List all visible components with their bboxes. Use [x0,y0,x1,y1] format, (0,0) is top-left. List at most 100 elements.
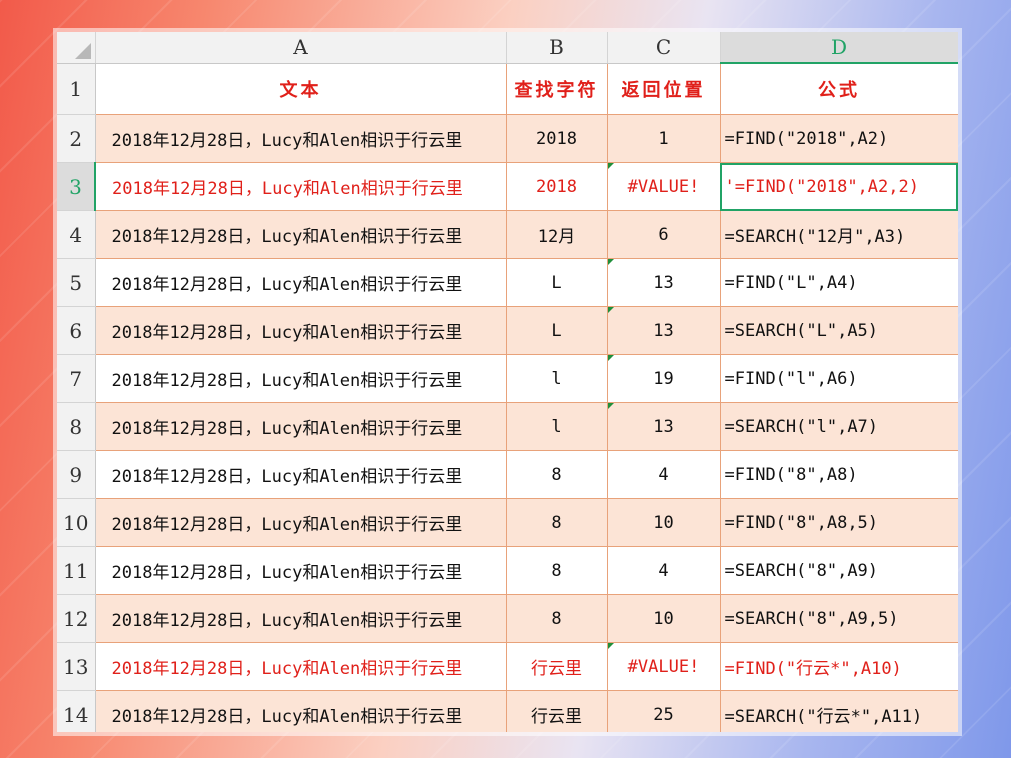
column-header-c[interactable]: C [607,32,721,64]
cell-b-search-char-value: 8 [551,512,562,533]
select-all-corner[interactable] [57,32,96,64]
cell-b-search-char[interactable]: 8 [506,594,608,643]
cell-b-search-char[interactable]: l [506,402,608,451]
row-header[interactable]: 4 [57,210,96,259]
row-header[interactable]: 1 [57,63,96,115]
cell-b-search-char[interactable]: 行云里 [506,690,608,732]
cell-a-text[interactable]: 2018年12月28日，Lucy和Alen相识于行云里 [95,594,507,643]
header-cell-return-position[interactable]: 返回位置 [607,63,721,115]
cell-a-text-value: 2018年12月28日，Lucy和Alen相识于行云里 [111,227,463,247]
cell-b-search-char-value: 8 [551,464,562,485]
row-header[interactable]: 3 [57,162,96,211]
cell-d-formula-value: =FIND("L",A4) [724,272,858,293]
cell-a-text[interactable]: 2018年12月28日，Lucy和Alen相识于行云里 [95,258,507,307]
cell-d-formula[interactable]: =FIND("8",A8) [720,450,958,499]
cell-a-text[interactable]: 2018年12月28日，Lucy和Alen相识于行云里 [95,450,507,499]
row-header[interactable]: 7 [57,354,96,403]
cell-d-formula[interactable]: =SEARCH("L",A5) [720,306,958,355]
row-header[interactable]: 5 [57,258,96,307]
cell-a-text[interactable]: 2018年12月28日，Lucy和Alen相识于行云里 [95,114,507,163]
cell-a-text[interactable]: 2018年12月28日，Lucy和Alen相识于行云里 [95,690,507,732]
cell-d-formula[interactable]: =SEARCH("行云*",A11) [720,690,958,732]
cell-c-position[interactable]: 4 [607,450,721,499]
cell-d-formula[interactable]: =SEARCH("8",A9,5) [720,594,958,643]
cell-c-position-value: 13 [653,320,674,341]
cell-b-search-char[interactable]: L [506,258,608,307]
cell-a-text[interactable]: 2018年12月28日，Lucy和Alen相识于行云里 [95,642,507,691]
cell-a-text[interactable]: 2018年12月28日，Lucy和Alen相识于行云里 [95,306,507,355]
cell-d-formula[interactable]: '=FIND("2018",A2,2) [720,162,958,211]
cell-b-search-char[interactable]: 8 [506,450,608,499]
row-header[interactable]: 12 [57,594,96,643]
cell-c-position[interactable]: 6 [607,210,721,259]
cell-a-text-value: 2018年12月28日，Lucy和Alen相识于行云里 [111,131,463,151]
row-header[interactable]: 2 [57,114,96,163]
cell-b-search-char-value: 8 [551,608,562,629]
cell-c-position[interactable]: 13 [607,258,721,307]
cell-d-formula-value: =SEARCH("l",A7) [724,416,879,437]
cell-a-text-value: 2018年12月28日，Lucy和Alen相识于行云里 [111,419,463,439]
cell-b-search-char[interactable]: 行云里 [506,642,608,691]
table-row: 6 2018年12月28日，Lucy和Alen相识于行云里 L 13 =SEARCH("… [57,306,958,355]
table-row: 7 2018年12月28日，Lucy和Alen相识于行云里 l 19 =FIND("l"… [57,354,958,403]
cell-a-text[interactable]: 2018年12月28日，Lucy和Alen相识于行云里 [95,402,507,451]
cell-d-formula[interactable]: =FIND("行云*",A10) [720,642,958,691]
cell-d-formula-value: =SEARCH("L",A5) [724,320,879,341]
cell-d-formula[interactable]: =FIND("L",A4) [720,258,958,307]
error-indicator-triangle-icon [607,355,614,361]
cell-c-position[interactable]: #VALUE! [607,162,721,211]
error-indicator-triangle-icon [607,307,614,313]
cell-c-position[interactable]: 4 [607,546,721,595]
spreadsheet-grid: A B C D 1 文本 查找字符 返回位置 公式 2 2018年12月28日，L… [57,32,958,732]
error-indicator-triangle-icon [607,403,614,409]
header-cell-search-char[interactable]: 查找字符 [506,63,608,115]
cell-c-position[interactable]: 10 [607,498,721,547]
cell-a-text[interactable]: 2018年12月28日，Lucy和Alen相识于行云里 [95,498,507,547]
cell-d-formula[interactable]: =FIND("l",A6) [720,354,958,403]
cell-d-formula[interactable]: =SEARCH("12月",A3) [720,210,958,259]
row-header[interactable]: 14 [57,690,96,732]
cell-c-position-value: 1 [658,128,669,149]
row-header[interactable]: 9 [57,450,96,499]
cell-d-formula[interactable]: =FIND("8",A8,5) [720,498,958,547]
cell-b-search-char[interactable]: 8 [506,546,608,595]
cell-c-position[interactable]: 1 [607,114,721,163]
row-header[interactable]: 11 [57,546,96,595]
row-header[interactable]: 8 [57,402,96,451]
cell-d-formula[interactable]: =SEARCH("l",A7) [720,402,958,451]
cell-b-search-char[interactable]: 12月 [506,210,608,259]
cell-d-formula[interactable]: =FIND("2018",A2) [720,114,958,163]
cell-a-text-value: 2018年12月28日，Lucy和Alen相识于行云里 [111,611,463,631]
cell-b-search-char[interactable]: 2018 [506,114,608,163]
cell-c-position[interactable]: 13 [607,402,721,451]
cell-a-text[interactable]: 2018年12月28日，Lucy和Alen相识于行云里 [95,162,507,211]
cell-a-text[interactable]: 2018年12月28日，Lucy和Alen相识于行云里 [95,546,507,595]
column-header-d[interactable]: D [720,32,958,64]
cell-c-position[interactable]: 19 [607,354,721,403]
row-header[interactable]: 6 [57,306,96,355]
cell-c-position-value: 19 [653,368,674,389]
table-row: 13 2018年12月28日，Lucy和Alen相识于行云里 行云里 #VALUE! =… [57,642,958,691]
row-header[interactable]: 10 [57,498,96,547]
cell-d-formula[interactable]: =SEARCH("8",A9) [720,546,958,595]
cell-b-search-char[interactable]: L [506,306,608,355]
cell-c-position[interactable]: 25 [607,690,721,732]
cell-c-position[interactable]: 10 [607,594,721,643]
column-header-a[interactable]: A [95,32,507,64]
header-cell-formula[interactable]: 公式 [720,63,958,115]
cell-a-text[interactable]: 2018年12月28日，Lucy和Alen相识于行云里 [95,354,507,403]
cell-b-search-char[interactable]: 2018 [506,162,608,211]
row-header[interactable]: 13 [57,642,96,691]
cell-a-text-value: 2018年12月28日，Lucy和Alen相识于行云里 [111,515,463,535]
cell-c-position[interactable]: 13 [607,306,721,355]
cell-a-text[interactable]: 2018年12月28日，Lucy和Alen相识于行云里 [95,210,507,259]
table-row: 4 2018年12月28日，Lucy和Alen相识于行云里 12月 6 =SEARCH(… [57,210,958,259]
cell-b-search-char[interactable]: l [506,354,608,403]
cell-d-formula-value: =SEARCH("8",A9,5) [724,608,899,629]
cell-d-formula-value: =FIND("8",A8) [724,464,858,485]
column-header-b[interactable]: B [506,32,608,64]
cell-b-search-char[interactable]: 8 [506,498,608,547]
cell-c-position[interactable]: #VALUE! [607,642,721,691]
table-row: 8 2018年12月28日，Lucy和Alen相识于行云里 l 13 =SEARCH("… [57,402,958,451]
header-cell-text[interactable]: 文本 [95,63,507,115]
